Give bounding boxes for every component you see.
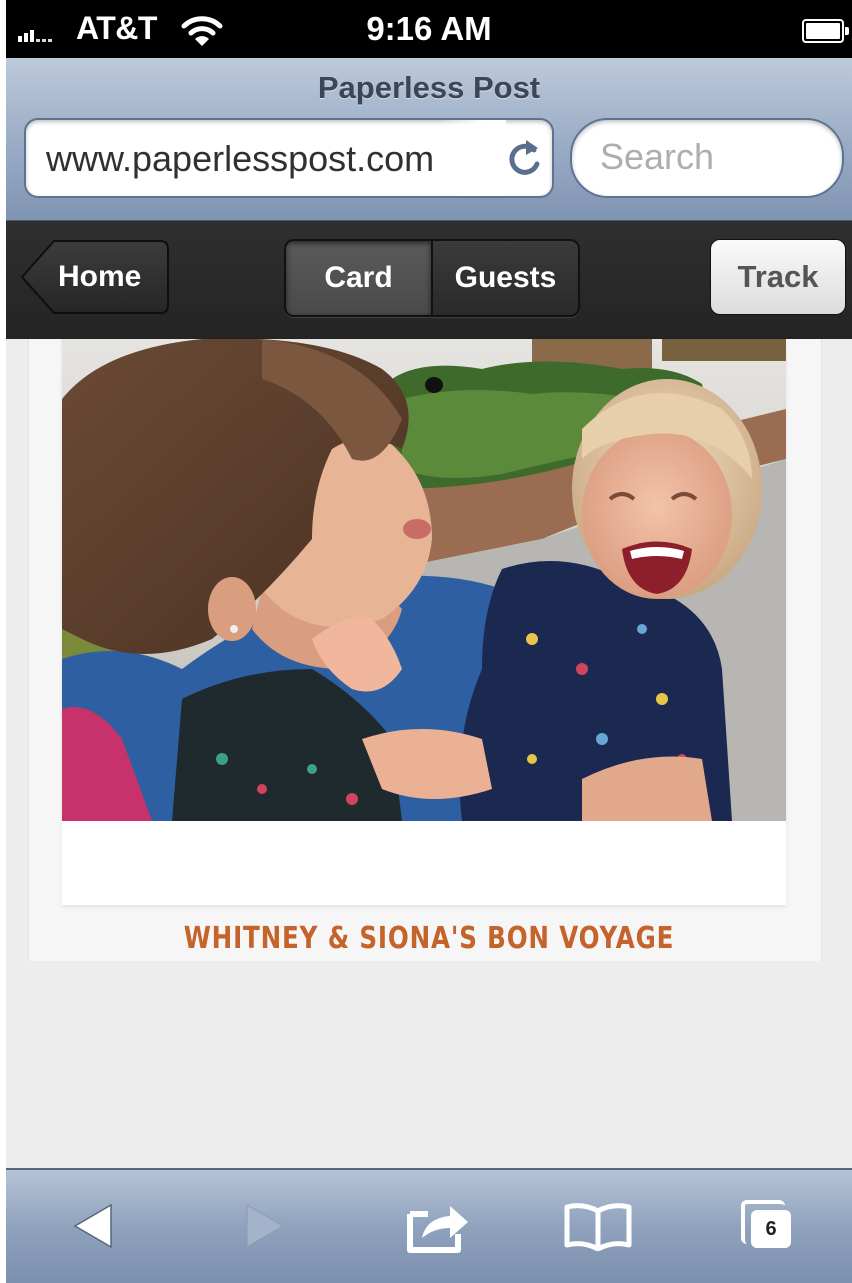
- status-time: 9:16 AM: [366, 10, 492, 47]
- browser-top-bar: Paperless Post www.paperlesspost.com: [6, 58, 852, 221]
- url-field[interactable]: www.paperlesspost.com: [24, 118, 554, 198]
- browser-bottom-toolbar: 6: [6, 1168, 852, 1283]
- segment-card[interactable]: Card: [286, 241, 431, 315]
- battery-icon: [802, 19, 849, 43]
- bookmarks-button[interactable]: [558, 1194, 638, 1258]
- view-segmented-control: Card Guests: [284, 239, 580, 317]
- home-back-label: Home: [58, 260, 142, 293]
- segment-guests[interactable]: Guests: [431, 241, 578, 315]
- reload-icon[interactable]: [504, 136, 544, 180]
- share-icon: [407, 1206, 468, 1253]
- card-photo: [62, 339, 786, 821]
- pages-icon: 6: [739, 1198, 797, 1254]
- track-button[interactable]: Track: [710, 239, 846, 315]
- search-field[interactable]: [570, 118, 844, 198]
- open-book-icon: [564, 1203, 632, 1251]
- status-bar: AT&T 9:16 AM: [6, 0, 852, 58]
- url-fade: [436, 120, 506, 196]
- card-content: WHITNEY & SIONA'S BON VOYAGE: [6, 339, 852, 1169]
- url-text: www.paperlesspost.com: [46, 138, 435, 179]
- share-button[interactable]: [398, 1194, 478, 1258]
- app-nav-bar: Home Card Guests Track: [6, 221, 852, 339]
- triangle-left-icon: [73, 1203, 112, 1249]
- search-input[interactable]: [598, 136, 822, 178]
- triangle-right-icon: [246, 1204, 284, 1248]
- phone-screen: AT&T 9:16 AM Paperless Post www.paperles…: [6, 0, 852, 1283]
- back-button[interactable]: [54, 1194, 134, 1258]
- tab-count: 6: [765, 1218, 777, 1240]
- tabs-button[interactable]: 6: [728, 1194, 808, 1258]
- page-title: Paperless Post: [317, 70, 541, 105]
- forward-button[interactable]: [224, 1194, 304, 1258]
- card-caption: WHITNEY & SIONA'S BON VOYAGE: [183, 921, 675, 956]
- home-back-button[interactable]: Home: [20, 239, 170, 315]
